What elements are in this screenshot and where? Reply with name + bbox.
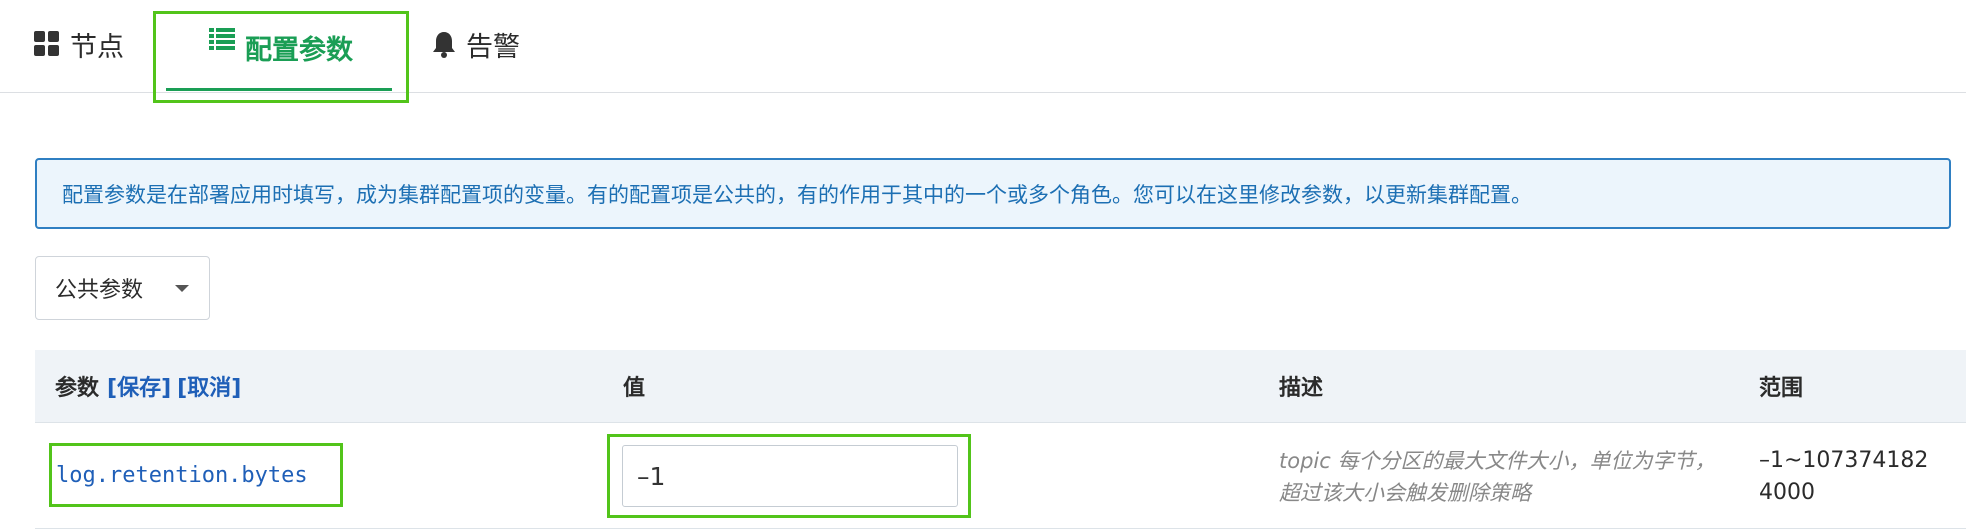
info-banner: 配置参数是在部署应用时填写，成为集群配置项的变量。有的配置项是公共的，有的作用于… [35,158,1951,229]
save-link[interactable]: [保存] [107,370,171,402]
tab-label: 节点 [70,31,124,63]
column-header-value: 值 [623,376,646,401]
tab-bar: 节点 配置参数 告警 [0,0,1966,103]
tab-config[interactable]: 配置参数 [153,11,409,103]
active-tab-underline [166,88,392,91]
tab-label: 配置参数 [245,35,353,66]
table-row: log.retention.bytes topic 每个分区的最大文件大小，单位… [35,423,1966,529]
param-cell: log.retention.bytes [49,443,343,507]
info-text: 配置参数是在部署应用时填写，成为集群配置项的变量。有的配置项是公共的，有的作用于… [62,182,1532,207]
column-header-param: 参数 [保存] [取消] [55,350,241,422]
tab-label: 告警 [466,31,520,63]
bell-icon [432,30,456,58]
param-description: topic 每个分区的最大文件大小，单位为字节，超过该大小会触发删除策略 [1279,449,1716,505]
value-cell [607,434,971,518]
grid-icon [34,31,60,57]
cancel-link[interactable]: [取消] [177,370,241,402]
column-header-desc: 描述 [1279,376,1324,401]
param-scope-dropdown[interactable]: 公共参数 [35,256,210,320]
value-input[interactable] [622,445,958,507]
tab-alerts[interactable]: 告警 [432,0,520,88]
param-name: log.retention.bytes [56,462,308,488]
table-header: 参数 [保存] [取消] 值 描述 范围 [35,350,1966,423]
caret-down-icon [175,285,189,292]
column-header-range: 范围 [1759,376,1804,401]
list-icon [209,28,235,50]
param-range: –1~1073741824000 [1759,448,1929,505]
tab-nodes[interactable]: 节点 [34,0,124,88]
dropdown-value: 公共参数 [55,278,144,303]
